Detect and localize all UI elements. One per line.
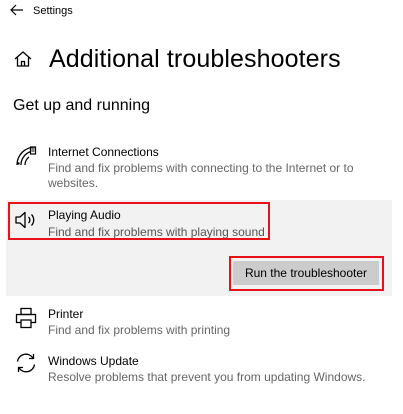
troubleshooter-printer[interactable]: Printer Find and fix problems with print… <box>6 300 392 340</box>
printer-icon <box>15 307 37 329</box>
troubleshooter-playing-audio[interactable]: Playing Audio Find and fix problems with… <box>6 200 392 244</box>
back-arrow-icon <box>10 4 23 16</box>
app-title: Settings <box>33 5 73 17</box>
troubleshooter-title: Internet Connections <box>48 145 159 159</box>
troubleshooter-description: Resolve problems that prevent you from u… <box>48 370 366 384</box>
refresh-icon <box>16 353 36 373</box>
troubleshooter-description: Find and fix problems with printing <box>48 323 231 337</box>
section-heading: Get up and running <box>13 97 150 114</box>
run-troubleshooter-button[interactable]: Run the troubleshooter <box>233 261 379 285</box>
troubleshooter-description: Find and fix problems with playing sound <box>48 225 265 239</box>
troubleshooter-description: Find and fix problems with connecting to… <box>48 161 354 190</box>
troubleshooter-title: Printer <box>48 307 84 321</box>
speaker-icon <box>15 211 35 229</box>
home-icon <box>14 51 32 67</box>
troubleshooter-title: Playing Audio <box>48 208 121 222</box>
page-header: Additional troubleshooters <box>13 44 341 74</box>
troubleshooter-windows-update[interactable]: Windows Update Resolve problems that pre… <box>6 347 392 387</box>
troubleshooter-title: Windows Update <box>48 354 139 368</box>
back-button[interactable] <box>9 2 25 18</box>
wifi-icon <box>16 146 37 166</box>
page-title: Additional troubleshooters <box>49 44 341 73</box>
troubleshooter-internet-connections[interactable]: Internet Connections Find and fix proble… <box>6 140 392 196</box>
title-bar: Settings <box>0 0 403 24</box>
